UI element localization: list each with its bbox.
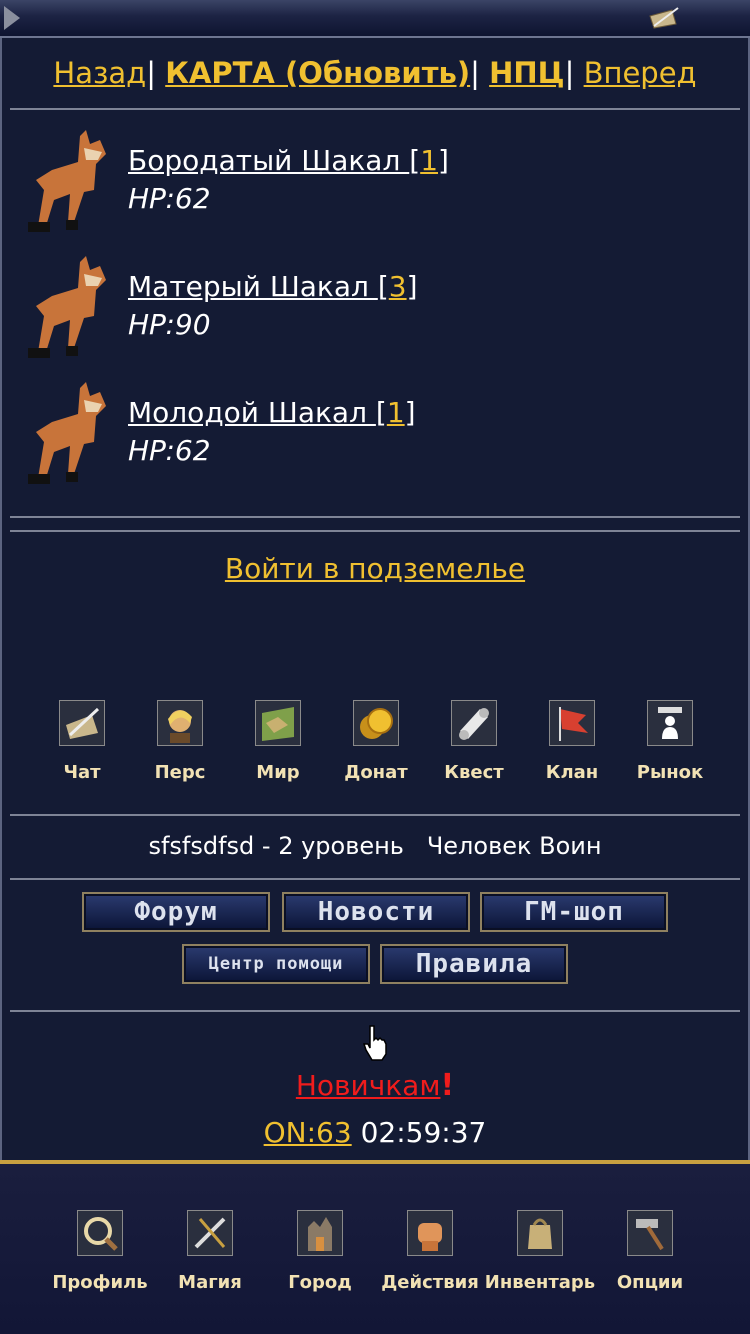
world-map-icon[interactable] [255, 700, 301, 746]
magic-icon[interactable] [187, 1210, 233, 1256]
menu-label: Клан [545, 762, 599, 783]
nav-label: Город [288, 1272, 352, 1293]
mob-level-bracket: ] [438, 144, 449, 177]
nav-options[interactable]: Опции [590, 1210, 710, 1293]
mob-name: Матерый Шакал [3] [128, 270, 418, 303]
forum-button[interactable]: Форум [82, 892, 270, 932]
mob-entry: Молодой Шакал [1] HP:62 [24, 382, 724, 492]
online-count-link[interactable]: ON:63 [264, 1116, 352, 1149]
novice-link[interactable]: Новичкам [296, 1069, 441, 1102]
jackal-icon[interactable] [24, 382, 114, 490]
bottom-navigation: Профиль Магия Город Действия Инвентарь О… [0, 1160, 750, 1334]
menu-label: Мир [256, 762, 300, 783]
scroll-icon[interactable] [451, 700, 497, 746]
mob-name-link[interactable]: Молодой Шакал [128, 396, 376, 429]
divider [10, 516, 740, 518]
menu-clan[interactable]: Клан [522, 700, 622, 783]
nav-actions[interactable]: Действия [370, 1210, 490, 1293]
mob-level-link[interactable]: 1 [387, 396, 405, 429]
nav-separator: | [470, 56, 480, 90]
profile-icon[interactable] [77, 1210, 123, 1256]
map-refresh-link[interactable]: КАРТА (Обновить) [165, 56, 470, 90]
alert-mark: ! [440, 1068, 455, 1103]
top-navigation: Назад| КАРТА (Обновить)| НПЦ| Вперед [0, 56, 750, 90]
mob-hp: HP:90 [128, 308, 211, 341]
clan-flag-icon[interactable] [549, 700, 595, 746]
top-bar [0, 0, 750, 38]
divider [10, 878, 740, 880]
mob-hp: HP:62 [128, 434, 211, 467]
nav-city[interactable]: Город [260, 1210, 380, 1293]
npc-link[interactable]: НПЦ [489, 56, 564, 90]
coins-icon[interactable] [353, 700, 399, 746]
nav-label: Инвентарь [484, 1272, 596, 1293]
help-center-button[interactable]: Центр помощи [182, 944, 370, 984]
nav-label: Действия [381, 1272, 479, 1293]
inventory-bag-icon[interactable] [517, 1210, 563, 1256]
rules-button[interactable]: Правила [380, 944, 568, 984]
mob-level-bracket: ] [404, 396, 416, 429]
nav-magic[interactable]: Магия [150, 1210, 270, 1293]
mob-entry: Бородатый Шакал [1] HP:62 [24, 130, 724, 240]
city-icon[interactable] [297, 1210, 343, 1256]
mob-level-bracket: [ [375, 396, 387, 429]
jackal-icon[interactable] [24, 256, 114, 364]
back-link[interactable]: Назад [53, 56, 146, 90]
mob-level-bracket: [ [409, 144, 421, 177]
server-time: 02:59:37 [360, 1116, 487, 1149]
chat-quill-icon[interactable] [59, 700, 105, 746]
divider [10, 530, 740, 532]
nav-profile[interactable]: Профиль [40, 1210, 160, 1293]
gm-shop-button[interactable]: ГМ-шоп [480, 892, 668, 932]
divider [10, 1010, 740, 1012]
forward-link[interactable]: Вперед [584, 56, 697, 90]
mob-name-link[interactable]: Матерый Шакал [128, 270, 378, 303]
mob-level-link[interactable]: 1 [420, 144, 438, 177]
divider [10, 108, 740, 110]
mob-name: Бородатый Шакал [1] [128, 144, 449, 177]
online-status: ON:63 02:59:37 [0, 1116, 750, 1149]
options-hammer-icon[interactable] [627, 1210, 673, 1256]
character-icon[interactable] [157, 700, 203, 746]
mob-level-bracket: [ [377, 270, 389, 303]
quill-letter-icon[interactable] [648, 6, 680, 30]
hand-pointer-icon [362, 1025, 387, 1061]
nav-separator: | [564, 56, 575, 90]
jackal-icon[interactable] [24, 130, 114, 238]
expand-arrow-icon[interactable] [4, 6, 20, 30]
mob-hp: HP:62 [128, 182, 211, 215]
menu-label: Донат [344, 762, 408, 783]
menu-chat[interactable]: Чат [32, 700, 132, 783]
menu-label: Квест [444, 762, 504, 783]
nav-label: Магия [178, 1272, 242, 1293]
player-info: sfsfsdfsd - 2 уровень Человек Воин [148, 832, 602, 860]
mob-name: Молодой Шакал [1] [128, 396, 416, 429]
menu-character[interactable]: Перс [130, 700, 230, 783]
menu-world[interactable]: Мир [228, 700, 328, 783]
mob-entry: Матерый Шакал [3] HP:90 [24, 256, 724, 366]
mob-level-bracket: ] [406, 270, 418, 303]
mob-name-link[interactable]: Бородатый Шакал [128, 144, 409, 177]
nav-label: Опции [616, 1272, 684, 1293]
menu-donate[interactable]: Донат [326, 700, 426, 783]
nav-separator: | [146, 56, 156, 90]
dungeon-section: Войти в подземелье [0, 552, 750, 585]
menu-label: Рынок [636, 762, 704, 783]
menu-quest[interactable]: Квест [424, 700, 524, 783]
menu-label: Перс [154, 762, 206, 783]
divider [10, 814, 740, 816]
novice-section: Новичкам! [0, 1068, 750, 1103]
enter-dungeon-link[interactable]: Войти в подземелье [225, 552, 525, 585]
actions-fist-icon[interactable] [407, 1210, 453, 1256]
news-button[interactable]: Новости [282, 892, 470, 932]
nav-label: Профиль [52, 1272, 148, 1293]
mob-level-link[interactable]: 3 [389, 270, 407, 303]
nav-inventory[interactable]: Инвентарь [480, 1210, 600, 1293]
menu-market[interactable]: Рынок [620, 700, 720, 783]
menu-label: Чат [63, 762, 101, 783]
market-icon[interactable] [647, 700, 693, 746]
